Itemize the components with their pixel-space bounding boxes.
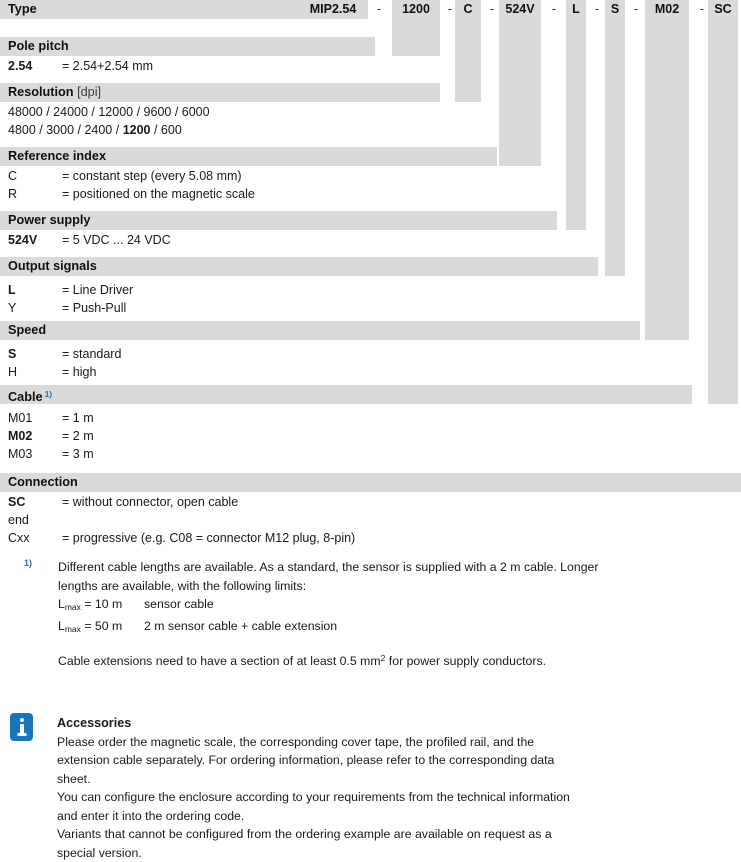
section-title-cable: Cable1) [0, 385, 692, 404]
option-desc-output-signals-2: = Push-Pull [62, 299, 126, 317]
value-row-resolution-1: 48000 / 24000 / 12000 / 9600 / 6000 [0, 103, 741, 121]
option-row-connection-3: Cxx= progressive (e.g. C08 = connector M… [0, 529, 741, 547]
option-desc-cable-3: = 3 m [62, 445, 94, 463]
section-title-output-signals: Output signals [0, 257, 598, 276]
option-desc-reference-index-1: = constant step (every 5.08 mm) [62, 167, 242, 185]
code-separator-3: - [485, 0, 499, 19]
option-desc-output-signals-1: = Line Driver [62, 281, 133, 299]
info-icon-dot [20, 718, 24, 722]
footnote-body: Different cable lengths are available. A… [58, 558, 721, 671]
accessories-line-6: Variants that cannot be configured from … [57, 825, 725, 844]
footnote-limit-2-label: Lmax = 50 m [58, 617, 144, 639]
option-row-output-signals-1: L= Line Driver [0, 281, 741, 299]
code-segment-resolution: C [455, 0, 481, 19]
footnote-limit-2-value: 2 m sensor cable + cable extension [144, 619, 337, 633]
option-code-reference-index-1: C [8, 167, 62, 185]
code-segment-output-signals: S [605, 0, 625, 19]
option-desc-connection-3: = progressive (e.g. C08 = connector M12 … [62, 529, 355, 547]
option-code-output-signals-2: Y [8, 299, 62, 317]
option-desc-connection-1: = without connector, open cable [62, 493, 238, 511]
footnote-limit-1: Lmax = 10 msensor cable [58, 595, 721, 617]
accessories-line-3: sheet. [57, 770, 725, 789]
option-code-reference-index-2: R [8, 185, 62, 203]
footnote-limit-1-value: sensor cable [144, 597, 214, 611]
code-separator-1: - [372, 0, 386, 19]
option-code-connection-3: Cxx [8, 529, 62, 547]
option-code-cable-1: M01 [8, 409, 62, 427]
section-title-pole-pitch: Pole pitch [0, 37, 375, 56]
option-code-output-signals-1: L [8, 281, 62, 299]
option-code-connection-2: end [8, 511, 62, 529]
accessories-line-1: Please order the magnetic scale, the cor… [57, 733, 725, 752]
section-title-connection: Connection [0, 473, 741, 492]
code-segment-pole-pitch: 1200 [392, 0, 440, 19]
info-icon-foot [17, 733, 26, 736]
code-separator-7: - [695, 0, 709, 19]
accessories-line-2: extension cable separately. For ordering… [57, 751, 725, 770]
footnote-limit-1-label: Lmax = 10 m [58, 595, 144, 617]
option-row-cable-2: M02= 2 m [0, 427, 741, 445]
code-column-band-reference-index [499, 0, 541, 166]
option-desc-power-supply-1: = 5 VDC ... 24 VDC [62, 231, 171, 249]
option-row-connection-2: end [0, 511, 741, 529]
code-segment-speed: M02 [645, 0, 689, 19]
section-title-power-supply: Power supply [0, 211, 557, 230]
code-separator-4: - [547, 0, 561, 19]
option-row-connection-1: SC= without connector, open cable [0, 493, 741, 511]
accessories-text: Accessories Please order the magnetic sc… [57, 714, 725, 862]
code-segment-type: MIP2.54 [298, 0, 368, 19]
code-segment-reference-index: 524V [499, 0, 541, 19]
option-code-pole-pitch-1: 2.54 [8, 57, 62, 75]
footnote-limit-2: Lmax = 50 m2 m sensor cable + cable exte… [58, 617, 721, 639]
footnote-line-1: Different cable lengths are available. A… [58, 558, 721, 577]
info-icon [10, 713, 33, 741]
footnote-line-2: lengths are available, with the followin… [58, 577, 721, 596]
option-code-speed-1: S [8, 345, 62, 363]
section-title-reference-index: Reference index [0, 147, 497, 166]
option-row-output-signals-2: Y= Push-Pull [0, 299, 741, 317]
option-code-cable-3: M03 [8, 445, 62, 463]
footnote-spacer [58, 638, 721, 649]
accessories-line-5: and enter it into the ordering code. [57, 807, 725, 826]
option-row-cable-1: M01= 1 m [0, 409, 741, 427]
option-desc-speed-1: = standard [62, 345, 121, 363]
code-separator-5: - [590, 0, 604, 19]
option-desc-cable-2: = 2 m [62, 427, 94, 445]
ordering-code-matrix: -------MIP2.541200C524VLSM02SCTypePole p… [0, 0, 741, 549]
section-title-resolution: Resolution [dpi] [0, 83, 440, 102]
option-desc-pole-pitch-1: = 2.54+2.54 mm [62, 57, 153, 75]
value-text-resolution-1: 48000 / 24000 / 12000 / 9600 / 6000 [8, 103, 210, 121]
footnote-marker: 1) [24, 558, 32, 568]
accessories-info-box: Accessories Please order the magnetic sc… [0, 705, 741, 845]
option-row-speed-1: S= standard [0, 345, 741, 363]
accessories-title: Accessories [57, 714, 725, 733]
option-code-cable-2: M02 [8, 427, 62, 445]
code-segment-cable: SC [708, 0, 738, 19]
code-separator-6: - [629, 0, 643, 19]
section-unit-resolution: [dpi] [74, 85, 102, 99]
accessories-line-4: You can configure the enclosure accordin… [57, 788, 725, 807]
section-footnote-marker-cable: 1) [45, 389, 53, 399]
option-row-reference-index-2: R= positioned on the magnetic scale [0, 185, 741, 203]
option-row-power-supply-1: 524V= 5 VDC ... 24 VDC [0, 231, 741, 249]
option-row-pole-pitch-1: 2.54= 2.54+2.54 mm [0, 57, 741, 75]
code-segment-power-supply: L [566, 0, 586, 19]
option-row-cable-3: M03= 3 m [0, 445, 741, 463]
accessories-lines: Please order the magnetic scale, the cor… [57, 733, 725, 862]
value-highlight-resolution: 1200 [123, 123, 151, 137]
option-code-speed-2: H [8, 363, 62, 381]
option-code-connection-1: SC [8, 493, 62, 511]
accessories-line-7: special version. [57, 844, 725, 862]
section-title-type: Type [0, 0, 300, 19]
footnote-paragraph-2: Cable extensions need to have a section … [58, 649, 721, 671]
value-row-resolution-2: 4800 / 3000 / 2400 / 1200 / 600 [0, 121, 741, 139]
section-title-speed: Speed [0, 321, 640, 340]
option-row-speed-2: H= high [0, 363, 741, 381]
option-desc-reference-index-2: = positioned on the magnetic scale [62, 185, 255, 203]
option-code-power-supply-1: 524V [8, 231, 62, 249]
option-row-reference-index-1: C= constant step (every 5.08 mm) [0, 167, 741, 185]
value-text-resolution-2: 4800 / 3000 / 2400 / 1200 / 600 [8, 121, 182, 139]
option-desc-cable-1: = 1 m [62, 409, 94, 427]
option-desc-speed-2: = high [62, 363, 96, 381]
